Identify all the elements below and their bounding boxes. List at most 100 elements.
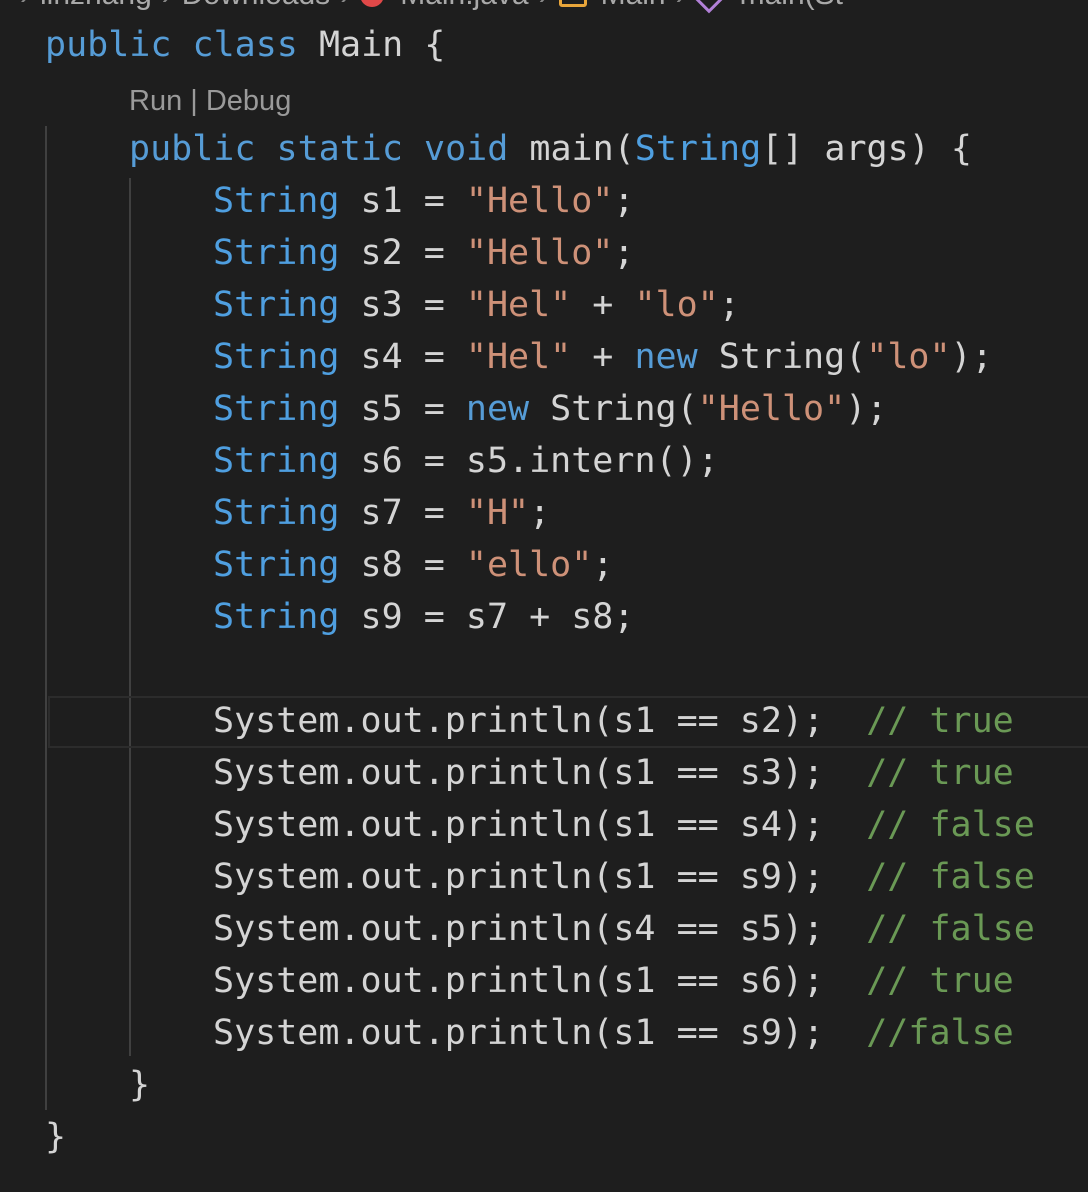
string-token: "ello" bbox=[465, 545, 593, 585]
string-token: "Hello" bbox=[465, 233, 614, 273]
type-token: String bbox=[213, 493, 340, 533]
code-line[interactable]: String s3 = "Hel" + "lo"; bbox=[213, 279, 740, 331]
breadcrumb-separator: › bbox=[676, 0, 686, 12]
code-line[interactable]: public static void main(String[] args) { bbox=[129, 123, 972, 175]
code-line[interactable]: System.out.println(s1 == s9); // false bbox=[213, 851, 1035, 903]
string-token: "H" bbox=[465, 493, 530, 533]
breadcrumb-class[interactable]: Main bbox=[601, 0, 666, 12]
code-token: System.out.println(s4 == s5); bbox=[213, 909, 867, 949]
code-token: + bbox=[571, 285, 635, 325]
java-file-icon bbox=[360, 0, 385, 7]
keyword-token: void bbox=[424, 129, 509, 169]
code-token: s9 = s7 + s8; bbox=[339, 597, 635, 637]
type-token: String bbox=[213, 597, 340, 637]
code-token: String( bbox=[529, 389, 698, 429]
type-token: String bbox=[213, 181, 340, 221]
codelens: Run | Debug bbox=[129, 75, 291, 127]
string-token: "Hel" bbox=[465, 337, 572, 377]
code-line[interactable]: String s2 = "Hello"; bbox=[213, 227, 634, 279]
code-line[interactable]: System.out.println(s1 == s3); // true bbox=[213, 747, 1014, 799]
comment-token: // true bbox=[866, 753, 1014, 793]
code-token: + bbox=[571, 337, 635, 377]
code-line[interactable]: } bbox=[45, 1111, 66, 1163]
code-line[interactable]: System.out.println(s1 == s9); //false bbox=[213, 1007, 1014, 1059]
class-icon bbox=[558, 0, 587, 7]
breadcrumb-separator: › bbox=[539, 0, 549, 12]
breadcrumb-folder-downloads[interactable]: Downloads bbox=[182, 0, 330, 12]
code-token: System.out.println(s1 == s9); bbox=[213, 1013, 867, 1053]
breadcrumb-folder-user[interactable]: linzhang bbox=[40, 0, 152, 12]
keyword-token: new bbox=[465, 389, 530, 429]
type-token: String bbox=[213, 233, 340, 273]
code-token: s8 = bbox=[339, 545, 466, 585]
type-token: String bbox=[213, 545, 340, 585]
breadcrumb-separator: › bbox=[340, 0, 350, 12]
code-token: ; bbox=[613, 233, 635, 273]
code-line[interactable]: String s6 = s5.intern(); bbox=[213, 435, 719, 487]
indent-guide bbox=[45, 126, 47, 1110]
code-token: s7 = bbox=[339, 493, 466, 533]
type-token: String bbox=[213, 337, 340, 377]
code-token: s1 = bbox=[339, 181, 466, 221]
breadcrumb: › linzhang › Downloads › Main.java › Mai… bbox=[20, 0, 843, 14]
code-token: s6 = s5.intern(); bbox=[339, 441, 719, 481]
string-token: "lo" bbox=[634, 285, 719, 325]
code-token: String( bbox=[697, 337, 867, 377]
code-line[interactable]: String s8 = "ello"; bbox=[213, 539, 613, 591]
code-line[interactable]: System.out.println(s4 == s5); // false bbox=[213, 903, 1035, 955]
code-token: ); bbox=[950, 337, 993, 377]
code-line[interactable]: } bbox=[129, 1059, 150, 1111]
keyword-token: class bbox=[192, 25, 298, 65]
code-token: ; bbox=[718, 285, 740, 325]
code-line[interactable]: System.out.println(s1 == s4); // false bbox=[213, 799, 1035, 851]
code-token: } bbox=[129, 1065, 151, 1105]
code-token: } bbox=[45, 1117, 67, 1157]
code-token: ; bbox=[529, 493, 551, 533]
keyword-token: new bbox=[634, 337, 698, 377]
method-icon bbox=[690, 0, 728, 14]
code-line[interactable]: System.out.println(s1 == s2); // true bbox=[213, 695, 1014, 747]
code-token: System.out.println(s1 == s3); bbox=[213, 753, 867, 793]
code-line[interactable]: public class Main { bbox=[45, 19, 445, 71]
code-token: System.out.println(s1 == s2); bbox=[213, 701, 867, 741]
comment-token: //false bbox=[866, 1013, 1014, 1053]
type-token: String bbox=[634, 129, 762, 169]
code-line[interactable]: String s4 = "Hel" + new String("lo"); bbox=[213, 331, 993, 383]
code-token: ; bbox=[613, 181, 635, 221]
type-token: String bbox=[213, 441, 340, 481]
type-token: String bbox=[213, 285, 340, 325]
code-token: System.out.println(s1 == s9); bbox=[213, 857, 867, 897]
code-token: s3 = bbox=[339, 285, 466, 325]
code-token: s2 = bbox=[339, 233, 466, 273]
breadcrumb-file[interactable]: Main.java bbox=[400, 0, 528, 12]
code-line[interactable]: String s5 = new String("Hello"); bbox=[213, 383, 887, 435]
code-token: s5 = bbox=[339, 389, 466, 429]
code-token: ; bbox=[592, 545, 614, 585]
run-codelens-link[interactable]: Run bbox=[129, 85, 182, 117]
breadcrumb-method[interactable]: main(St bbox=[740, 0, 843, 12]
code-token: main( bbox=[508, 129, 635, 169]
keyword-token: public bbox=[45, 25, 172, 65]
comment-token: // false bbox=[866, 805, 1035, 845]
code-line[interactable]: String s7 = "H"; bbox=[213, 487, 550, 539]
code-line[interactable]: String s1 = "Hello"; bbox=[213, 175, 634, 227]
code-line[interactable]: System.out.println(s1 == s6); // true bbox=[213, 955, 1014, 1007]
code-token: [] args) { bbox=[761, 129, 972, 169]
type-token: String bbox=[213, 389, 340, 429]
indent-guide bbox=[129, 178, 131, 1056]
string-token: "Hello" bbox=[697, 389, 846, 429]
string-token: "Hel" bbox=[465, 285, 572, 325]
debug-codelens-link[interactable]: Debug bbox=[206, 85, 291, 117]
code-token: Main { bbox=[297, 25, 446, 65]
code-token: System.out.println(s1 == s6); bbox=[213, 961, 867, 1001]
code-line[interactable]: String s9 = s7 + s8; bbox=[213, 591, 634, 643]
comment-token: // true bbox=[866, 961, 1014, 1001]
string-token: "Hello" bbox=[465, 181, 614, 221]
codelens-separator: | bbox=[182, 85, 206, 117]
code-token: ); bbox=[845, 389, 888, 429]
code-token: s4 = bbox=[339, 337, 466, 377]
string-token: "lo" bbox=[866, 337, 951, 377]
